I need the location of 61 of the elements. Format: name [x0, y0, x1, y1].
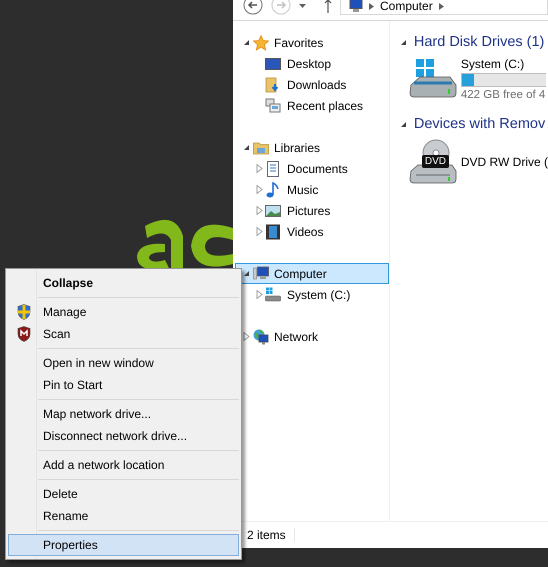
expanded-arrow-icon[interactable] — [243, 144, 250, 151]
collapsed-arrow-icon[interactable] — [243, 332, 250, 341]
expanded-arrow-icon[interactable] — [243, 270, 250, 277]
picture-icon — [265, 202, 281, 218]
folder-icon — [253, 140, 269, 156]
back-button[interactable] — [243, 0, 263, 15]
group-heading: Hard Disk Drives (1) — [414, 34, 544, 50]
free-space-text: 422 GB free of 4 — [460, 89, 546, 101]
tree-item[interactable]: Downloads — [235, 74, 389, 95]
star-icon — [253, 34, 269, 50]
dvd-label: DVD — [422, 155, 449, 168]
group-heading: Devices with Remov — [414, 116, 546, 132]
film-icon — [265, 224, 281, 240]
tree-item[interactable]: Libraries — [235, 137, 389, 158]
drive-name: DVD RW Drive ( — [460, 155, 548, 169]
chevron-icon[interactable] — [369, 2, 374, 10]
menu-item[interactable]: Open in new window — [8, 352, 239, 374]
menu-item[interactable]: Disconnect network drive... — [8, 425, 239, 447]
menu-item[interactable]: Pin to Start — [8, 374, 239, 396]
tree-item[interactable]: Videos — [235, 221, 389, 242]
desktop-icon — [265, 56, 281, 72]
collapsed-arrow-icon[interactable] — [256, 164, 263, 173]
menu-item[interactable]: Delete — [8, 483, 239, 505]
menu-item[interactable]: Map network drive... — [8, 403, 239, 425]
hard-drive-icon — [408, 57, 458, 99]
download-folder-icon — [265, 76, 281, 92]
chevron-icon[interactable] — [438, 2, 444, 10]
drive-name: System (C:) — [460, 57, 526, 71]
drive-tile[interactable]: DVD DVD RW Drive ( — [400, 135, 548, 197]
expanded-arrow-icon[interactable] — [400, 120, 407, 128]
tree-item[interactable]: Desktop — [235, 53, 389, 74]
tree-item[interactable]: Pictures — [235, 200, 389, 221]
tree-item[interactable]: Music — [235, 179, 389, 200]
computer-icon — [253, 266, 269, 282]
menu-item[interactable]: Rename — [8, 505, 239, 527]
computer-icon — [347, 0, 363, 13]
collapsed-arrow-icon[interactable] — [256, 206, 263, 215]
address-segment[interactable]: Computer — [380, 0, 433, 13]
dropdown-caret-icon[interactable] — [299, 4, 306, 8]
tree-item[interactable]: Favorites — [235, 32, 389, 53]
tree-item[interactable]: Documents — [235, 158, 389, 179]
expanded-arrow-icon[interactable] — [400, 38, 407, 46]
music-note-icon — [265, 182, 281, 198]
drive-icon — [265, 286, 281, 302]
menu-item[interactable]: Properties — [8, 534, 239, 556]
expanded-arrow-icon[interactable] — [243, 39, 250, 46]
shield-icon — [17, 304, 31, 320]
collapsed-arrow-icon[interactable] — [256, 185, 263, 194]
recent-places-icon — [265, 98, 281, 114]
tree-item[interactable]: Recent places — [235, 95, 389, 116]
menu-item[interactable]: Add a network location — [8, 454, 239, 476]
network-globe-icon — [253, 328, 269, 344]
collapsed-arrow-icon[interactable] — [256, 290, 263, 299]
tree-item[interactable]: Computer — [235, 263, 389, 284]
shield-icon — [17, 326, 31, 342]
item-count: 2 items — [247, 528, 295, 542]
drive-tile[interactable]: System (C:) 422 GB free of 4 — [400, 53, 548, 113]
address-bar[interactable]: Computer — [340, 0, 548, 15]
up-button[interactable] — [324, 0, 332, 13]
document-icon — [265, 160, 281, 176]
collapsed-arrow-icon[interactable] — [256, 227, 263, 236]
